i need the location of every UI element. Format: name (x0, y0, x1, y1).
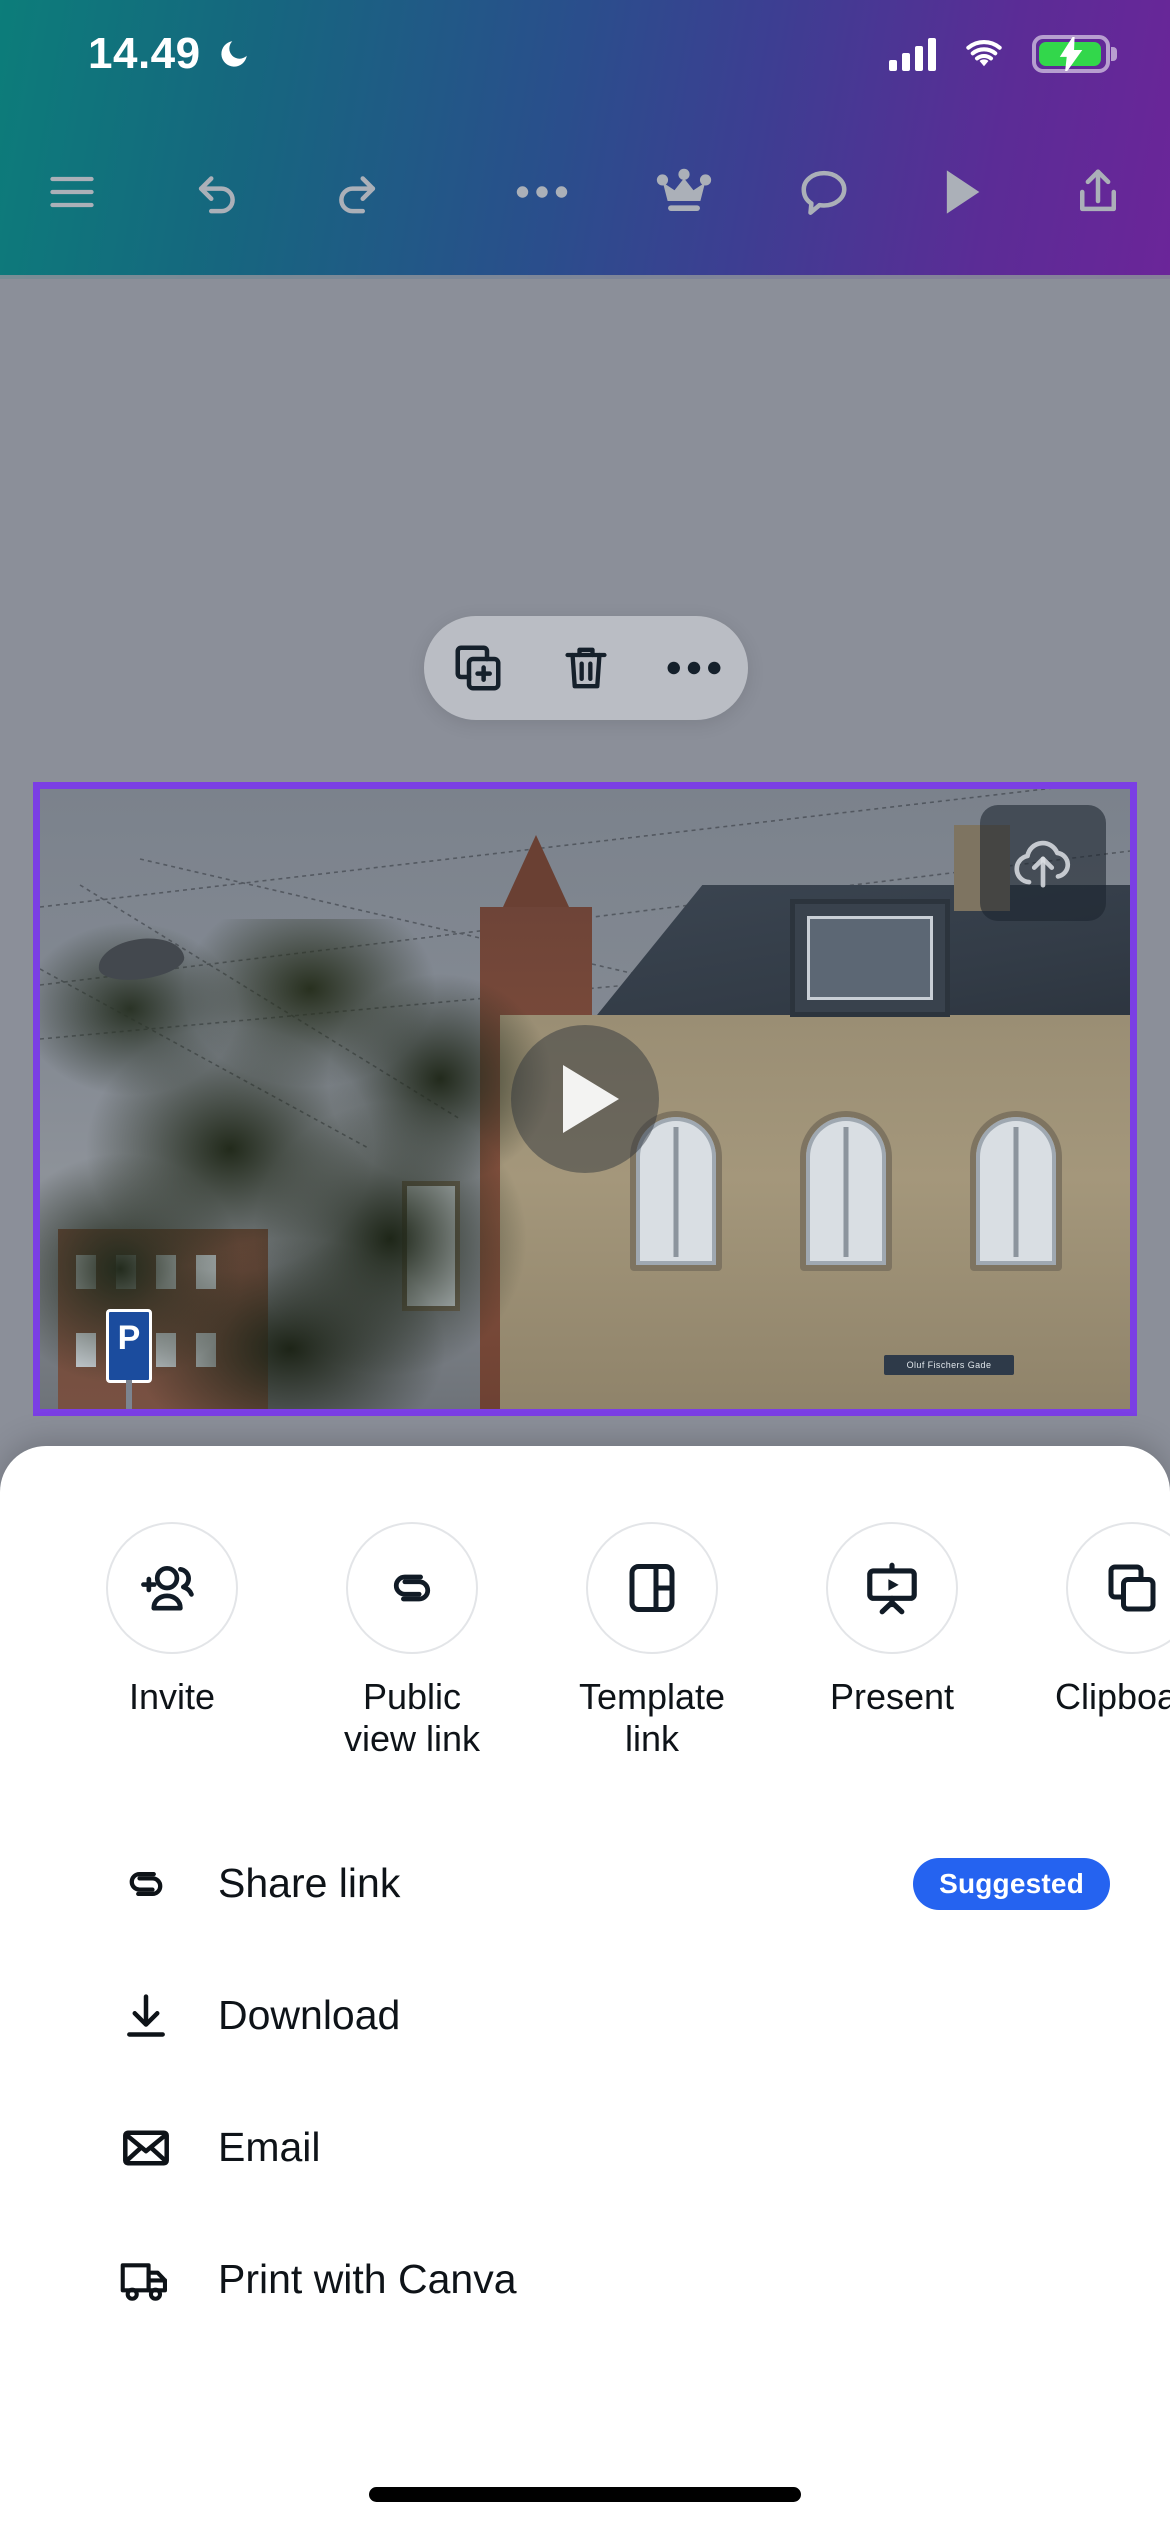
quick-action-label: Present (829, 1676, 955, 1717)
editor-toolbar (0, 108, 1170, 275)
more-horizontal-icon[interactable] (651, 625, 737, 711)
video-thumbnail[interactable]: Oluf Fischers Gade P (40, 789, 1130, 1409)
list-item-label: Email (218, 2124, 321, 2170)
more-horizontal-icon[interactable] (494, 144, 590, 240)
share-upload-icon[interactable] (1050, 144, 1146, 240)
crescent-moon-icon (217, 37, 251, 71)
list-item-share-link[interactable]: Share link Suggested (0, 1818, 1170, 1950)
quick-action-label: Public view link (343, 1676, 481, 1759)
delivery-truck-icon (118, 2253, 174, 2307)
hamburger-menu-icon[interactable] (24, 144, 120, 240)
link-icon[interactable] (346, 1522, 478, 1654)
copy-icon[interactable] (1066, 1522, 1170, 1654)
status-badge: Suggested (913, 1857, 1110, 1910)
photo-dormer-window (790, 899, 950, 1017)
share-bottom-sheet: Invite Public view link Template link Pr… (0, 1446, 1170, 2532)
quick-action-invite[interactable]: Invite (92, 1522, 252, 1718)
status-bar-clock: 14.49 (88, 29, 201, 78)
quick-action-label: Invite (128, 1676, 216, 1717)
list-item-print-with-canva[interactable]: Print with Canva (0, 2214, 1170, 2346)
quick-action-present[interactable]: Present (812, 1522, 972, 1718)
cloud-upload-icon[interactable] (980, 805, 1106, 921)
template-layout-icon[interactable] (586, 1522, 718, 1654)
play-triangle-icon (563, 1065, 619, 1133)
envelope-icon (118, 2121, 174, 2175)
wifi-icon (962, 37, 1006, 71)
cellular-signal-icon (889, 37, 936, 71)
photo-parking-sign: P (106, 1309, 152, 1383)
duplicate-icon[interactable] (435, 625, 521, 711)
link-icon (118, 1856, 174, 1912)
quick-actions-row: Invite Public view link Template link Pr… (0, 1446, 1170, 1760)
list-item-email[interactable]: Email (0, 2082, 1170, 2214)
element-action-toolbar[interactable] (424, 616, 748, 720)
battery-charging-icon (1032, 35, 1110, 73)
add-people-icon[interactable] (106, 1522, 238, 1654)
quick-action-label: Template link (578, 1676, 726, 1759)
present-screen-icon[interactable] (826, 1522, 958, 1654)
trash-icon[interactable] (543, 625, 629, 711)
crown-icon[interactable] (636, 144, 732, 240)
undo-icon[interactable] (170, 144, 266, 240)
selected-media-element[interactable]: Oluf Fischers Gade P (33, 782, 1137, 1416)
list-item-label: Download (218, 1992, 401, 2038)
photo-street-sign: Oluf Fischers Gade (884, 1355, 1014, 1375)
video-play-button[interactable] (511, 1025, 659, 1173)
quick-action-label: Clipboard (1054, 1676, 1170, 1717)
app-top-bar: 14.49 (0, 0, 1170, 279)
download-icon (118, 1989, 174, 2043)
quick-action-public-view-link[interactable]: Public view link (332, 1522, 492, 1760)
quick-action-clipboard[interactable]: Clipboard (1052, 1522, 1170, 1718)
photo-street-sign-label: Oluf Fischers Gade (906, 1360, 992, 1370)
status-bar: 14.49 (0, 0, 1170, 108)
redo-icon[interactable] (308, 144, 404, 240)
list-item-label: Print with Canva (218, 2256, 517, 2302)
comment-bubble-icon[interactable] (776, 144, 872, 240)
home-indicator (369, 2487, 801, 2502)
list-item-label: Share link (218, 1860, 401, 1906)
share-options-list: Share link Suggested Download Email Prin… (0, 1818, 1170, 2346)
list-item-download[interactable]: Download (0, 1950, 1170, 2082)
quick-action-template-link[interactable]: Template link (572, 1522, 732, 1760)
play-icon[interactable] (914, 144, 1010, 240)
